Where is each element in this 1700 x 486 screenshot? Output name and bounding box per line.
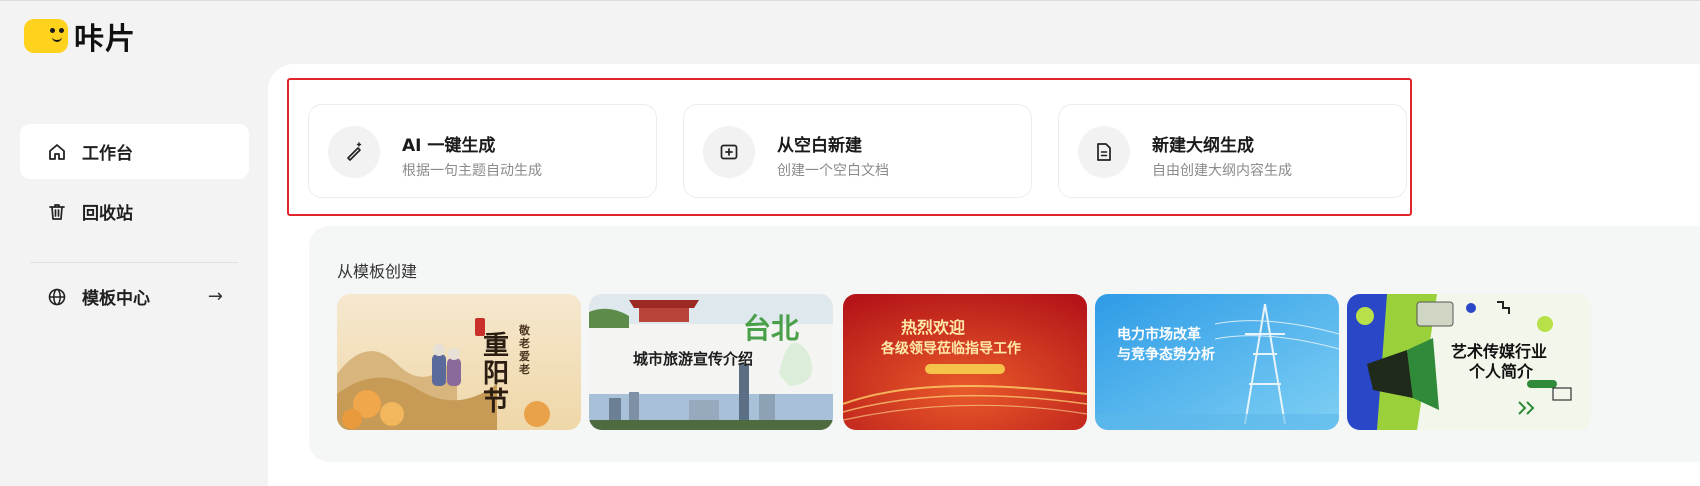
template-thumbnail bbox=[337, 294, 581, 430]
template-title: 热烈欢迎 bbox=[901, 318, 966, 337]
template-card-art-media[interactable]: 艺术传媒行业 个人简介 bbox=[1347, 294, 1591, 430]
trash-icon bbox=[47, 202, 67, 222]
template-subtitle: 与竞争态势分析 bbox=[1117, 347, 1215, 363]
template-card-power-market[interactable]: 电力市场改革 与竞争态势分析 bbox=[1095, 294, 1339, 430]
template-title: 电力市场改革 bbox=[1117, 327, 1201, 343]
sidebar-item-label: 工作台 bbox=[82, 144, 133, 164]
arrow-right-icon: → bbox=[207, 286, 223, 307]
highlight-box bbox=[287, 78, 1412, 216]
template-card-welcome[interactable]: 热烈欢迎 各级领导莅临指导工作 bbox=[843, 294, 1087, 430]
globe-icon bbox=[47, 287, 67, 307]
sidebar: 工作台 回收站 模板中心 → bbox=[0, 70, 268, 486]
template-subtitle: 个人简介 bbox=[1469, 362, 1534, 381]
template-card-city-tourism[interactable]: 城市旅游宣传介绍 台北 bbox=[589, 294, 833, 430]
home-icon bbox=[47, 142, 67, 162]
sidebar-item-recycle-bin[interactable]: 回收站 bbox=[20, 184, 249, 239]
logo-mascot-icon bbox=[24, 19, 68, 53]
sidebar-item-template-center[interactable]: 模板中心 → bbox=[20, 269, 249, 324]
template-section: 从模板创建 重阳节 敬老爱老 城市旅游宣传介绍 台北 热烈欢迎 各级领导莅临指导… bbox=[309, 226, 1700, 462]
sidebar-divider bbox=[30, 262, 238, 263]
template-title: 重阳节 bbox=[483, 331, 510, 417]
window-top-border bbox=[0, 0, 1700, 1]
template-accent-text: 台北 bbox=[743, 312, 800, 345]
template-subtitle: 各级领导莅临指导工作 bbox=[881, 341, 1021, 357]
sidebar-item-label: 回收站 bbox=[82, 204, 133, 224]
template-card-double-ninth[interactable]: 重阳节 敬老爱老 bbox=[337, 294, 581, 430]
sidebar-item-workbench[interactable]: 工作台 bbox=[20, 124, 249, 179]
logo-text: 咔片 bbox=[74, 22, 136, 57]
template-side-text: 敬老爱老 bbox=[519, 324, 530, 376]
section-heading: 从模板创建 bbox=[337, 262, 418, 281]
app-logo[interactable]: 咔片 bbox=[24, 14, 136, 58]
template-title: 城市旅游宣传介绍 bbox=[633, 350, 754, 368]
sidebar-item-label: 模板中心 bbox=[82, 289, 150, 309]
